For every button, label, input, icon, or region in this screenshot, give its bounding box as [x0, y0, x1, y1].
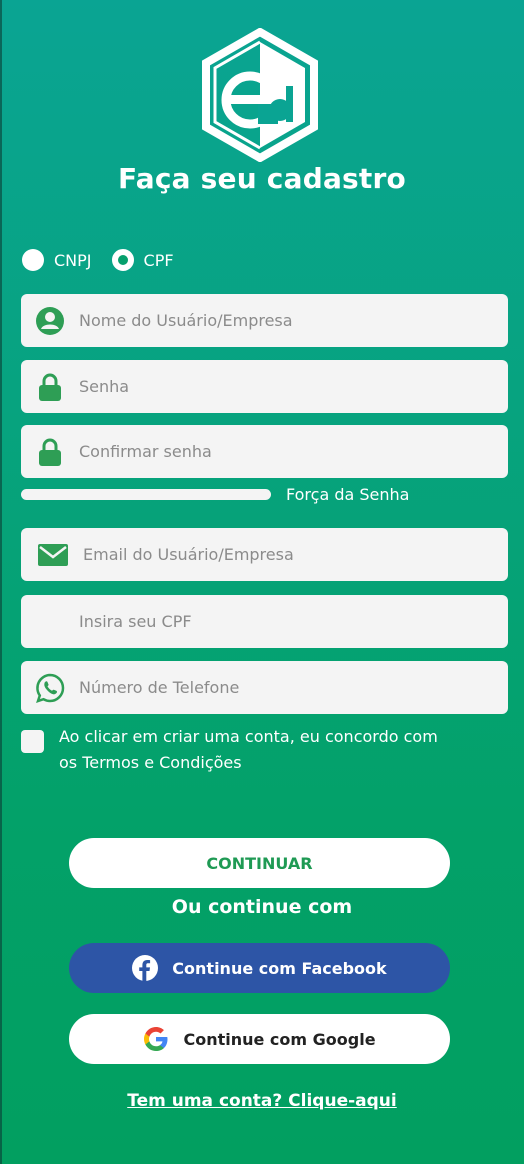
email-input[interactable]: Email do Usuário/Empresa	[21, 528, 508, 581]
lock-icon	[35, 437, 65, 467]
mail-icon	[37, 540, 69, 570]
password-input[interactable]: Senha	[21, 360, 508, 413]
google-icon	[144, 1027, 168, 1051]
confirm-password-input[interactable]: Confirmar senha	[21, 425, 508, 478]
terms-checkbox[interactable]	[21, 730, 44, 753]
username-input[interactable]: Nome do Usuário/Empresa	[21, 294, 508, 347]
radio-cnpj[interactable]	[22, 249, 44, 271]
google-login-label: Continue com Google	[183, 1029, 376, 1049]
whatsapp-icon	[35, 673, 65, 703]
facebook-login-label: Continue com Facebook	[172, 958, 387, 978]
radio-cnpj-label: CNPJ	[54, 250, 92, 270]
document-type-selector: CNPJ CPF	[22, 249, 194, 271]
lock-icon	[35, 372, 65, 402]
facebook-icon	[132, 955, 159, 981]
page-title: Faça seu cadastro	[118, 162, 406, 195]
cpf-input[interactable]: Insira seu CPF	[21, 595, 508, 648]
user-icon	[35, 306, 65, 336]
login-link[interactable]: Tem uma conta? Clique-aqui	[0, 1091, 524, 1111]
radio-cpf-label: CPF	[143, 250, 174, 270]
terms-text: Ao clicar em criar uma conta, eu concord…	[59, 727, 438, 772]
password-strength-label: Força da Senha	[286, 485, 410, 504]
cpf-placeholder: Insira seu CPF	[79, 612, 192, 631]
email-placeholder: Email do Usuário/Empresa	[83, 545, 294, 564]
google-login-button[interactable]: Continue com Google	[69, 1014, 450, 1064]
continue-button[interactable]: CONTINUAR	[69, 838, 450, 888]
facebook-login-button[interactable]: Continue com Facebook	[69, 943, 450, 993]
or-continue-with-text: Ou continue com	[171, 896, 353, 918]
username-placeholder: Nome do Usuário/Empresa	[79, 311, 293, 330]
phone-input[interactable]: Número de Telefone	[21, 661, 508, 714]
confirm-password-placeholder: Confirmar senha	[79, 442, 212, 461]
app-logo	[202, 28, 318, 162]
phone-placeholder: Número de Telefone	[79, 678, 240, 697]
password-strength-bar	[21, 489, 271, 500]
radio-cpf[interactable]	[111, 249, 134, 271]
password-placeholder: Senha	[79, 377, 130, 396]
